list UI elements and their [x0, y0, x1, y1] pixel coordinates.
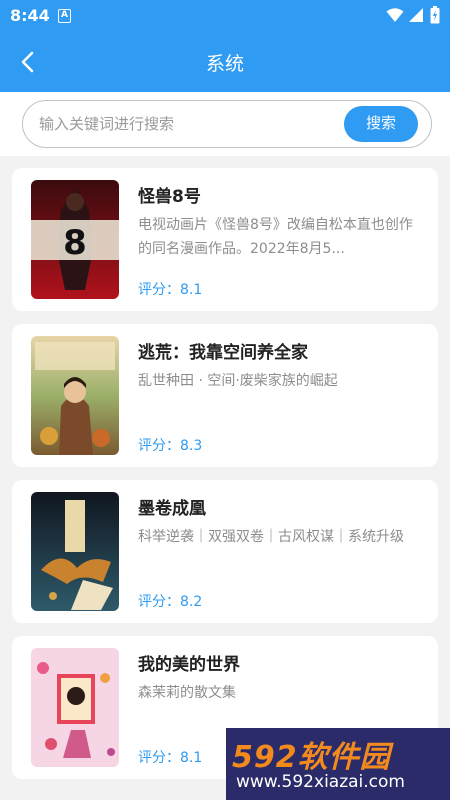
battery-icon [430, 6, 440, 24]
book-cover-image [31, 336, 119, 455]
notification-a-icon: A [58, 9, 71, 23]
page-title: 系统 [205, 53, 244, 75]
book-card[interactable]: 墨卷成凰 科举逆袭｜双强双卷｜古风权谋｜系统升级 评分：8.2 [12, 480, 438, 623]
book-description: 电视动画片《怪兽8号》改编自松本直也创作的同名漫画作品。2022年8月5... [138, 217, 413, 257]
watermark-logo: 592软件园 www.592xiazai.com [226, 728, 450, 800]
status-bar: 8:44 A [0, 0, 450, 32]
book-description: 乱世种田 · 空间·废柴家族的崛起 [138, 373, 338, 389]
book-cover-image [31, 648, 119, 767]
watermark-url: www.592xiazai.com [236, 772, 405, 792]
book-cover-image: 8 [31, 180, 119, 299]
book-title: 我的美的世界 [138, 655, 240, 675]
book-score: 评分：8.3 [138, 438, 203, 454]
book-title: 墨卷成凰 [138, 499, 206, 519]
book-description: 森茉莉的散文集 [138, 685, 236, 701]
watermark-brand: 592软件园 [232, 740, 391, 775]
book-title: 怪兽8号 [138, 187, 201, 207]
book-cover-image [31, 492, 119, 611]
book-score: 评分：8.1 [138, 282, 203, 298]
book-title: 逃荒：我靠空间养全家 [138, 343, 308, 363]
book-score: 评分：8.1 [138, 750, 203, 766]
search-input[interactable] [39, 111, 339, 137]
search-button[interactable]: 搜索 [344, 106, 418, 142]
book-card[interactable]: 逃荒：我靠空间养全家 乱世种田 · 空间·废柴家族的崛起 评分：8.3 [12, 324, 438, 467]
svg-text:8: 8 [63, 223, 87, 263]
app-bar: 系统 [0, 32, 450, 92]
book-description: 科举逆袭｜双强双卷｜古风权谋｜系统升级 [138, 529, 404, 545]
signal-icon [409, 8, 423, 22]
wifi-icon [386, 8, 404, 22]
status-time: 8:44 [10, 6, 50, 25]
book-card[interactable]: 8 怪兽8号 电视动画片《怪兽8号》改编自松本直也创作的同名漫画作品。2022年… [12, 168, 438, 311]
book-score: 评分：8.2 [138, 594, 203, 610]
